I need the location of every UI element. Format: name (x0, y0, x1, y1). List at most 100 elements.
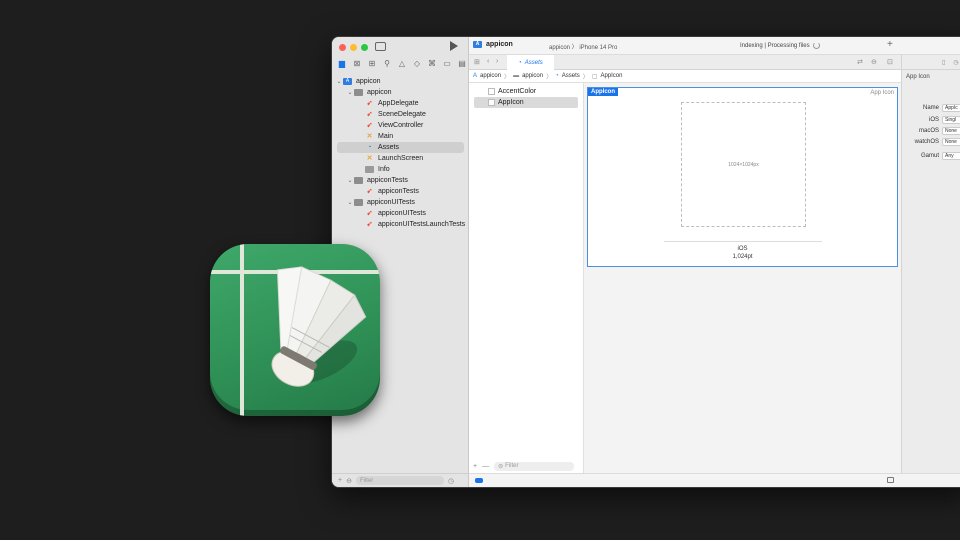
disclosure-chevron-icon[interactable]: ⌄ (346, 177, 354, 184)
inspector-label: macOS (918, 128, 939, 134)
navigator-item[interactable]: ✕ LaunchScreen (332, 153, 469, 164)
asset-editor: AppIcon App Icon 1024×1024px iOS 1,024pt (584, 83, 901, 473)
navigator-item[interactable]: ⌄ appicon (332, 87, 469, 98)
related-items-icon[interactable]: ⇄ (857, 58, 863, 66)
debug-area-toggle-icon[interactable] (475, 478, 483, 483)
recent-files-icon[interactable]: ◷ (448, 477, 454, 485)
inspector-value-field[interactable]: Singl (942, 116, 960, 124)
asset-list-item[interactable]: AppIcon (474, 97, 578, 108)
jump-bar-item[interactable]: Assets (562, 73, 580, 79)
navigator-item[interactable]: ◔ Assets (337, 142, 464, 153)
folder-navigator-icon[interactable]: ▆ (336, 58, 348, 68)
swift-file-icon: ➹ (366, 210, 373, 217)
inspector-value-field[interactable]: Any (942, 152, 960, 160)
navigator-item[interactable]: ✕ Main (332, 131, 469, 142)
navigator-item[interactable]: ➹ appiconUITestsLaunchTests (332, 219, 469, 230)
inspector-value-field[interactable]: AppIc (942, 104, 960, 112)
folder-icon (354, 89, 363, 96)
swift-file-icon: ➹ (366, 221, 373, 228)
asset-file-icon: ▢ (591, 73, 598, 80)
adjust-editor-icon[interactable]: ⊖ (871, 58, 877, 66)
find-icon[interactable]: ⚲ (381, 58, 393, 68)
jump-bar-item[interactable]: appicon (522, 73, 543, 79)
swift-file-icon: ➹ (366, 188, 373, 195)
project-tree: ⌄ Aappicon ⌄ appicon ➹ AppDelegate ➹ SceneDeleg… (332, 76, 469, 230)
navigator-item-label: appicon (356, 78, 381, 85)
asset-catalog-icon: ◔ (367, 144, 372, 151)
split-editor-icon[interactable]: ⊡ (887, 58, 893, 66)
jump-separator-icon: 〉 (546, 74, 553, 81)
inspector-row: watchOS None (902, 138, 960, 146)
navigator-item[interactable]: ➹ AppDelegate (332, 98, 469, 109)
navigator-filter-input[interactable]: Filter (355, 476, 444, 485)
disclosure-chevron-icon[interactable]: ⌄ (335, 78, 343, 85)
navigator-item[interactable]: ➹ SceneDelegate (332, 109, 469, 120)
navigator-item-label: appiconUITestsLaunchTests (378, 221, 466, 228)
asset-catalog-list: AccentColor AppIcon (469, 83, 584, 473)
grid-icon[interactable]: ⊞ (474, 58, 480, 66)
icon-drop-slot[interactable]: 1024×1024px (681, 102, 806, 227)
jump-separator-icon: 〉 (504, 74, 511, 81)
scheme-selector[interactable]: appicon 〉 iPhone 14 Pro (549, 42, 617, 51)
close-window-button[interactable] (339, 44, 346, 51)
debug-bar (469, 473, 960, 487)
filter-options-icon[interactable]: ⊖ (346, 477, 352, 485)
navigator-item-label: appicon (367, 89, 392, 96)
add-icon[interactable]: + (338, 477, 342, 484)
asset-catalog-icon: ◔ (518, 59, 522, 66)
sidebar-toggle-icon[interactable] (375, 42, 386, 51)
attributes-inspector: ▯ ◷ App Icon Name AppIc iOS Singl macOS None w… (901, 55, 960, 473)
debug-icon[interactable]: ⌘ (426, 58, 438, 68)
navigator-item[interactable]: ⌄ appiconTests (332, 175, 469, 186)
back-chevron-icon[interactable]: ‹ (487, 58, 489, 65)
panel-toggle-icon[interactable] (887, 477, 894, 483)
source-control-icon[interactable]: ⊠ (351, 58, 363, 68)
asset-filter-input[interactable]: ⊜ Filter (494, 461, 575, 471)
issue-icon[interactable]: △ (396, 58, 408, 68)
asset-list-footer: + — ⊜ Filter (469, 459, 584, 473)
symbol-navigator-icon[interactable]: ⊞ (366, 58, 378, 68)
navigator-item[interactable]: ➹ appiconTests (332, 186, 469, 197)
breakpoint-icon[interactable]: ▭ (441, 58, 453, 68)
navigator-item[interactable]: Info (332, 164, 469, 175)
status-text: Indexing | Processing files (740, 42, 810, 49)
navigator-item[interactable]: ➹ ViewController (332, 120, 469, 131)
project-icon: A (343, 78, 352, 85)
test-icon[interactable]: ◇ (411, 58, 423, 68)
report-icon[interactable]: ▤ (456, 58, 468, 68)
slot-caption: iOS 1,024pt (588, 245, 897, 261)
forward-chevron-icon[interactable]: › (496, 58, 498, 65)
folder-icon (354, 199, 363, 206)
jump-bar-item[interactable]: AppIcon (600, 73, 622, 79)
navigator-item[interactable]: ➹ appiconUITests (332, 208, 469, 219)
minimize-window-button[interactable] (350, 44, 357, 51)
tab-assets[interactable]: ◔ Assets (507, 55, 554, 70)
inspector-tabs: ▯ ◷ (902, 55, 960, 70)
inspector-value-field[interactable]: None (942, 138, 960, 146)
run-icon[interactable] (450, 41, 458, 51)
inspector-row: macOS None (902, 127, 960, 135)
file-inspector-icon[interactable]: ▯ (942, 59, 945, 66)
asset-swatch-icon (488, 99, 495, 106)
asset-list-label: AccentColor (498, 88, 537, 95)
jump-bar-item[interactable]: appicon (480, 73, 501, 79)
library-add-icon[interactable]: + (887, 39, 893, 50)
inspector-value-field[interactable]: None (942, 127, 960, 135)
zoom-window-button[interactable] (361, 44, 368, 51)
add-asset-icon[interactable]: + (473, 463, 477, 470)
disclosure-chevron-icon[interactable]: ⌄ (346, 89, 354, 96)
disclosure-chevron-icon[interactable]: ⌄ (346, 199, 354, 206)
navigator-item-label: ViewController (378, 122, 424, 129)
inspector-title: App Icon (906, 74, 930, 80)
remove-asset-icon[interactable]: — (482, 463, 489, 470)
asset-list-item[interactable]: AccentColor (474, 86, 578, 97)
navigator-item[interactable]: ⌄ appiconUITests (332, 197, 469, 208)
filter-icon: ⊜ (498, 463, 504, 470)
navigator-item-label: appiconTests (367, 177, 408, 184)
navigator-footer: + ⊖ Filter ◷ (332, 473, 469, 487)
navigator-item[interactable]: ⌄ Aappicon (332, 76, 469, 87)
history-inspector-icon[interactable]: ◷ (953, 59, 958, 66)
appicon-set[interactable]: AppIcon App Icon 1024×1024px iOS 1,024pt (587, 87, 898, 267)
progress-spinner-icon (812, 42, 820, 49)
slot-point-size-label: 1,024pt (732, 254, 753, 260)
